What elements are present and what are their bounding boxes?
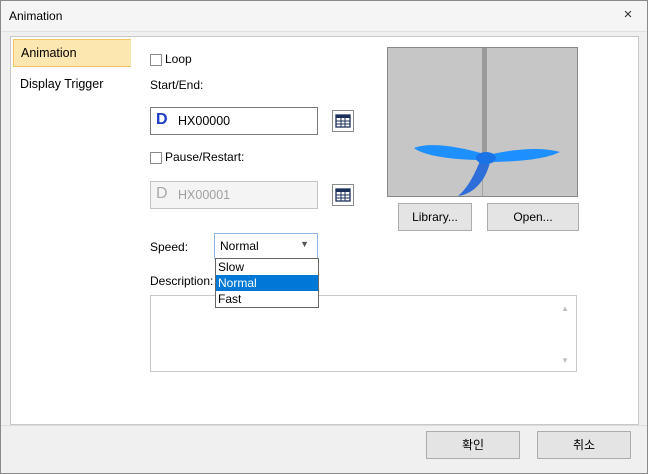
pause-restart-browse-button[interactable] (332, 184, 354, 206)
table-icon (335, 114, 351, 128)
ok-button[interactable]: 확인 (426, 431, 520, 459)
pause-restart-label[interactable]: Pause/Restart: (165, 150, 244, 164)
cancel-button[interactable]: 취소 (537, 431, 631, 459)
sidebar-item-animation[interactable]: Animation (13, 39, 135, 67)
loop-label[interactable]: Loop (165, 52, 192, 66)
library-button[interactable]: Library... (398, 203, 472, 231)
speed-label: Speed: (150, 240, 189, 254)
close-icon[interactable]: × (619, 6, 637, 24)
animation-preview (387, 47, 578, 197)
speed-option-fast[interactable]: Fast (216, 291, 318, 307)
description-label: Description: (150, 274, 214, 288)
propeller-icon (414, 145, 560, 196)
scroll-up-icon[interactable]: ▲ (561, 304, 569, 313)
open-button[interactable]: Open... (487, 203, 579, 231)
sidebar-item-display-trigger[interactable]: Display Trigger (13, 72, 133, 96)
start-end-browse-button[interactable] (332, 110, 354, 132)
device-prefix: D (156, 185, 168, 202)
window-title: Animation (9, 9, 63, 23)
start-end-device-field[interactable]: D HX00000 (150, 107, 318, 135)
table-icon (335, 188, 351, 202)
speed-dropdown-list: Slow Normal Fast (215, 258, 319, 308)
pause-restart-checkbox[interactable] (150, 152, 162, 164)
start-end-label: Start/End: (150, 78, 204, 92)
footer-divider (1, 425, 647, 426)
chevron-down-icon: ▼ (300, 239, 309, 249)
device-prefix: D (156, 111, 168, 128)
speed-option-normal[interactable]: Normal (216, 275, 318, 291)
scroll-down-icon[interactable]: ▼ (561, 356, 569, 365)
category-sidebar: Animation Display Trigger (10, 36, 135, 425)
loop-checkbox[interactable] (150, 54, 162, 66)
speed-select[interactable]: Normal ▼ (214, 233, 318, 259)
start-end-address: HX00000 (178, 114, 231, 128)
title-bar: Animation × (1, 1, 647, 32)
speed-selected-value: Normal (220, 239, 259, 253)
pause-restart-address: HX00001 (178, 188, 231, 202)
speed-option-slow[interactable]: Slow (216, 259, 318, 275)
pause-restart-device-field[interactable]: D HX00001 (150, 181, 318, 209)
